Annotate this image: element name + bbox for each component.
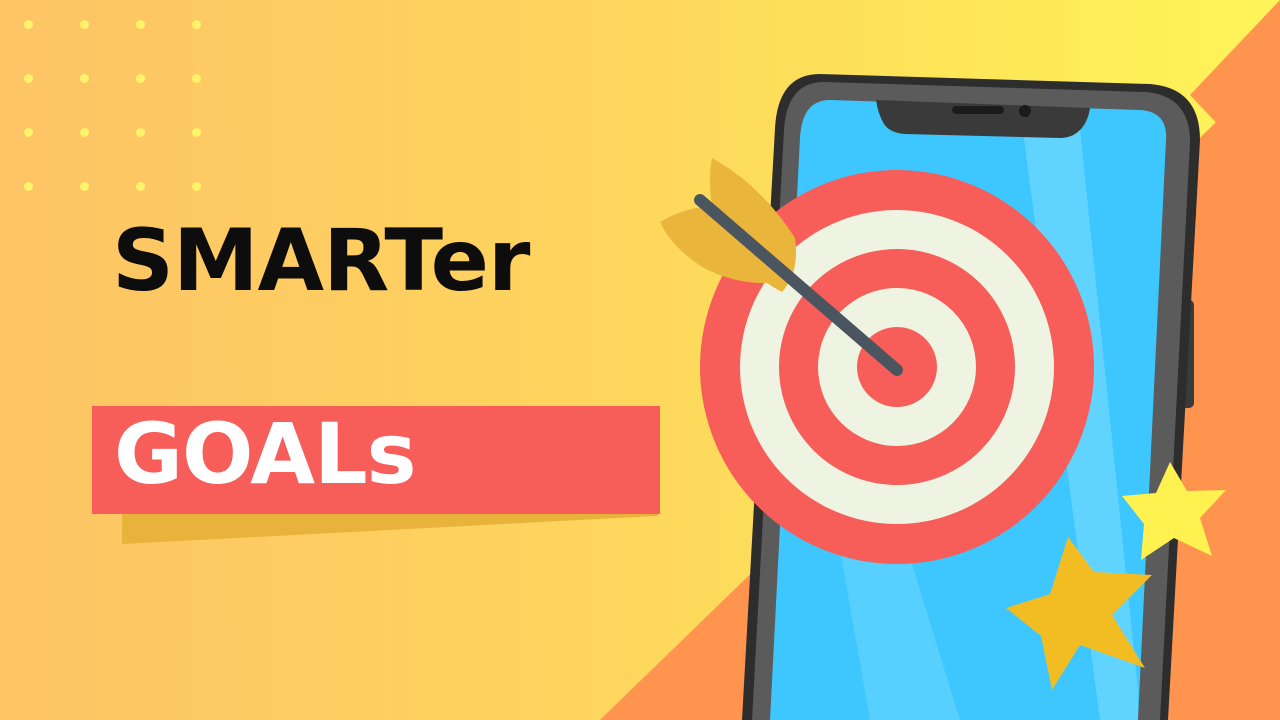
thumbnail-canvas: SMARTer GOALs (0, 0, 1280, 720)
headline-goals: GOALs (114, 405, 417, 503)
headline-smarter: SMARTer (112, 211, 530, 311)
dot-grid-decoration (24, 20, 214, 200)
